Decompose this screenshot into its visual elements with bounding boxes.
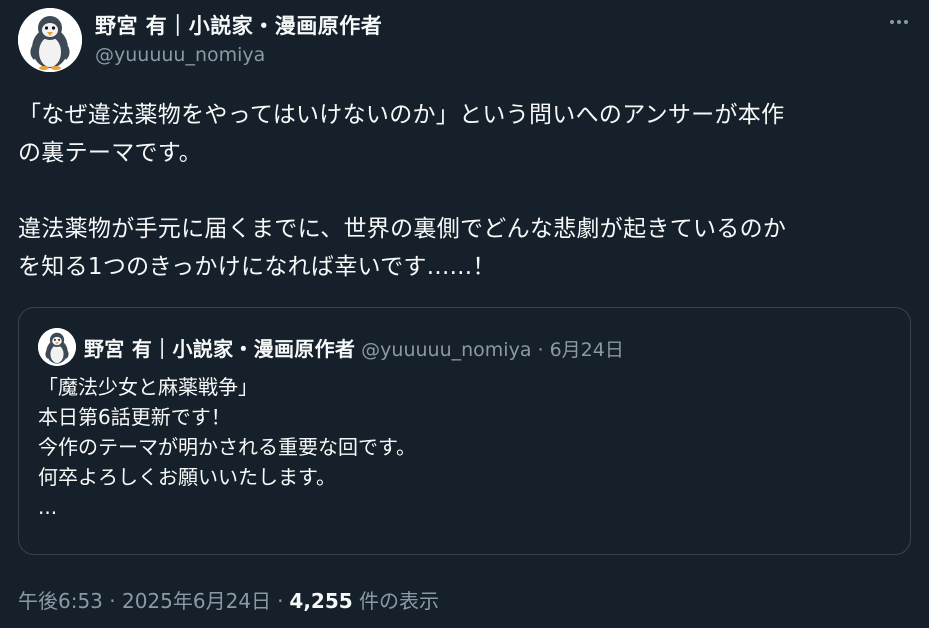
dot-icon <box>890 20 894 24</box>
quoted-author-avatar <box>38 328 76 366</box>
views-label: 件の表示 <box>359 589 440 613</box>
tweet-text-line: の裏テーマです。 <box>18 140 203 166</box>
quoted-text-line: ... <box>38 495 58 519</box>
tweet-text: 「なぜ違法薬物をやってはいけないのか」という問いへのアンサーが本作 の裏テーマで… <box>18 96 913 286</box>
quoted-text: 「魔法少女と麻薬戦争」 本日第6話更新です！ 今作のテーマが明かされる重要な回で… <box>38 372 416 522</box>
author-avatar[interactable] <box>18 8 82 72</box>
penguin-avatar-icon <box>18 8 82 72</box>
quoted-header: 野宮 有｜小説家・漫画原作者 @yuuuuu_nomiya · 6月24日 <box>84 333 624 362</box>
tweet-footer: 午後6:53 · 2025年6月24日 · 4,255 件の表示 <box>18 585 439 614</box>
dot-icon <box>897 20 901 24</box>
quoted-text-line: 何卒よろしくお願いいたします。 <box>38 465 336 489</box>
quoted-tweet[interactable]: 野宮 有｜小説家・漫画原作者 @yuuuuu_nomiya · 6月24日 「魔法… <box>18 307 911 555</box>
dot-icon <box>904 20 908 24</box>
author-handle[interactable]: @yuuuuu_nomiya <box>95 44 265 66</box>
tweet-text-line: 「なぜ違法薬物をやってはいけないのか」という問いへのアンサーが本作 <box>18 102 785 128</box>
author-display-name[interactable]: 野宮 有｜小説家・漫画原作者 <box>95 10 382 40</box>
tweet-timestamp[interactable]: 午後6:53 · 2025年6月24日 <box>18 589 271 613</box>
more-options-icon[interactable] <box>884 10 914 34</box>
tweet-text-line: 違法薬物が手元に届くまでに、世界の裏側でどんな悲劇が起きているのか <box>18 216 787 242</box>
quoted-text-line: 本日第6話更新です！ <box>38 405 231 429</box>
quoted-text-line: 今作のテーマが明かされる重要な回です。 <box>38 435 416 459</box>
quoted-handle-date: @yuuuuu_nomiya · 6月24日 <box>361 339 624 361</box>
penguin-avatar-icon <box>38 328 76 366</box>
views-count: 4,255 <box>289 589 353 613</box>
footer-separator: · <box>277 589 284 613</box>
tweet-text-line: を知る1つのきっかけになれば幸いです......！ <box>18 254 496 280</box>
tweet-card: 野宮 有｜小説家・漫画原作者 @yuuuuu_nomiya 「なぜ違法薬物をやっ… <box>0 0 929 628</box>
quoted-text-line: 「魔法少女と麻薬戦争」 <box>38 375 258 399</box>
quoted-author-name: 野宮 有｜小説家・漫画原作者 <box>84 337 356 361</box>
